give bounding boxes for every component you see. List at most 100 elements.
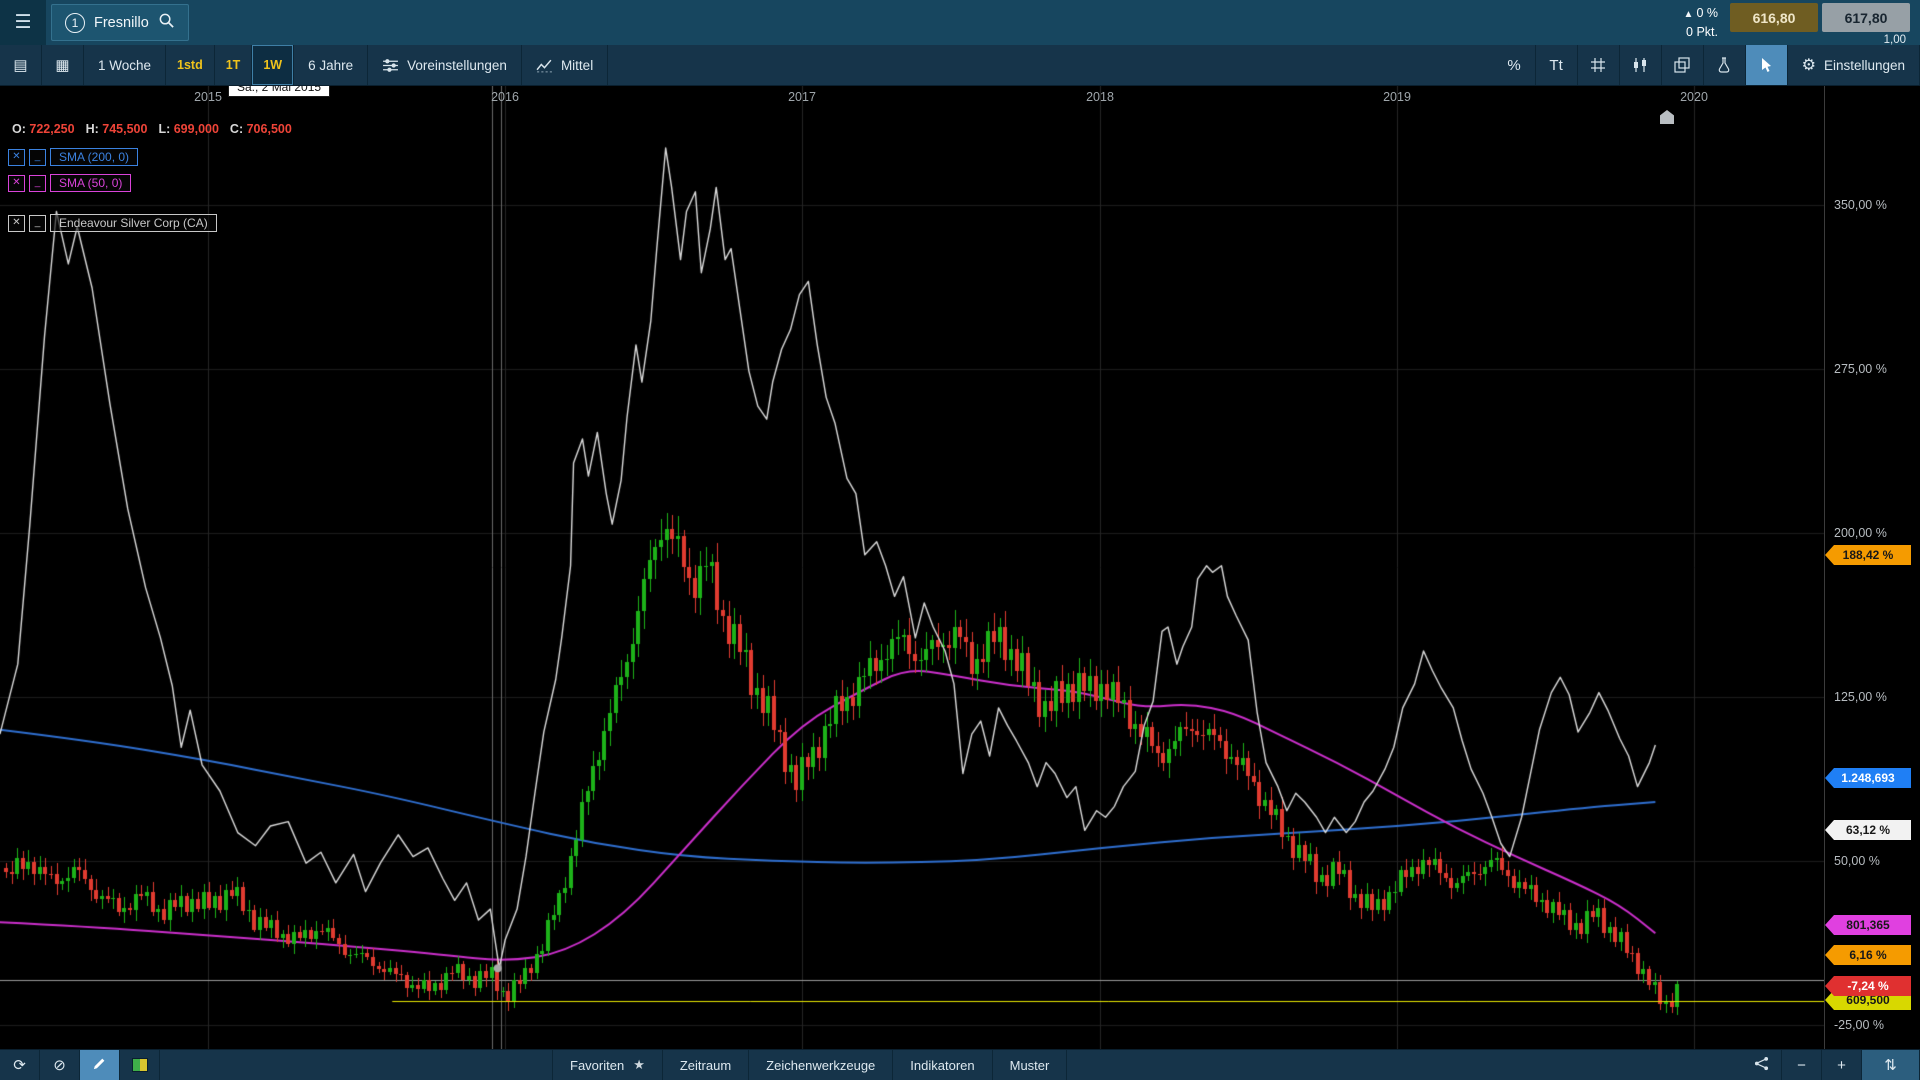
presets-label: Voreinstellungen: [407, 58, 507, 73]
zoom-out-button[interactable]: −: [1782, 1050, 1822, 1080]
interval-dropdown[interactable]: 1 Woche: [84, 45, 166, 85]
ohlc-close-label: C:: [230, 122, 243, 136]
favorites-button[interactable]: Favoriten ★: [552, 1050, 663, 1080]
split-view-button[interactable]: ⇅: [1862, 1050, 1920, 1080]
change-up-icon: ▲: [1684, 9, 1694, 20]
instrument-name: Fresnillo: [94, 15, 149, 31]
patterns-button[interactable]: Muster: [993, 1050, 1068, 1080]
period-button[interactable]: Zeitraum: [663, 1050, 749, 1080]
bottom-toolbar: ⟳ ⊘ Favoriten ★ Zeitraum Zeichenwerkzeuge…: [0, 1049, 1920, 1080]
legend-row-sma200: ✕ _ SMA (200, 0): [8, 148, 138, 166]
share-button[interactable]: [1742, 1050, 1782, 1080]
x-axis-label: 2019: [1383, 90, 1411, 104]
x-axis-label: 2016: [491, 90, 519, 104]
axis-badge-high-percent[interactable]: 188,42 %: [1825, 545, 1911, 565]
legend-close-button[interactable]: ✕: [8, 175, 25, 192]
y-axis-label: 50,00 %: [1834, 854, 1880, 868]
ohlc-low-value: 699,000: [174, 122, 219, 136]
mean-label: Mittel: [561, 58, 593, 73]
y-axis-label: 275,00 %: [1834, 362, 1887, 376]
axis-badge-last-percent[interactable]: -7,24 %: [1825, 976, 1911, 996]
legend-label[interactable]: SMA (50, 0): [50, 174, 131, 192]
price-change-block: ▲0 % 0 Pkt.: [1684, 4, 1718, 42]
bid-price-button[interactable]: 616,80: [1730, 3, 1818, 32]
split-arrows-icon: ⇅: [1884, 1056, 1897, 1074]
interval-label: 1 Woche: [98, 58, 151, 73]
range-button[interactable]: 6 Jahre: [294, 45, 368, 85]
legend-row-comparison: ✕ _ Endeavour Silver Corp (CA): [8, 214, 217, 232]
y-axis-label: -25,00 %: [1834, 1018, 1884, 1032]
text-tool-button[interactable]: Tt: [1536, 45, 1578, 85]
settings-label: Einstellungen: [1824, 58, 1905, 73]
color-picker-button[interactable]: [120, 1050, 160, 1080]
axis-badge-mid-percent[interactable]: 6,16 %: [1825, 945, 1911, 965]
gear-icon: ⚙: [1802, 55, 1816, 75]
favorites-label: Favoriten: [570, 1058, 624, 1073]
ohlc-readout: O: 722,250H: 745,500L: 699,000C: 706,500: [12, 122, 303, 136]
legend-row-sma50: ✕ _ SMA (50, 0): [8, 174, 131, 192]
x-axis-label: 2018: [1086, 90, 1114, 104]
refresh-icon: ⟳: [13, 1056, 26, 1074]
presets-button[interactable]: Voreinstellungen: [368, 45, 522, 85]
toolbar-spacer: [608, 45, 1493, 85]
price-chart-canvas[interactable]: [0, 86, 1824, 1049]
trading-app-window: ☰ 1 Fresnillo ▲0 % 0 Pkt. 616,80 617,80 …: [0, 0, 1920, 1080]
list-icon: ▤: [13, 56, 27, 74]
flask-icon: [1716, 57, 1732, 73]
ohlc-open-value: 722,250: [29, 122, 74, 136]
ohlc-high-value: 745,500: [102, 122, 147, 136]
ohlc-low-label: L:: [158, 122, 170, 136]
news-list-button[interactable]: ▤: [0, 45, 42, 85]
refresh-button[interactable]: ⟳: [0, 1050, 40, 1080]
analysis-flask-button[interactable]: [1704, 45, 1746, 85]
x-axis-label: 2015: [194, 90, 222, 104]
cursor-icon: [1758, 57, 1774, 73]
cursor-tool-button[interactable]: [1746, 45, 1788, 85]
colors-icon: [132, 1058, 148, 1072]
draw-pencil-button[interactable]: [80, 1050, 120, 1080]
axis-badge-sma50-value[interactable]: 801,365: [1825, 915, 1911, 935]
axis-badge-sma200-value[interactable]: 1.248,693: [1825, 768, 1911, 788]
legend-close-button[interactable]: ✕: [8, 149, 25, 166]
indicators-button[interactable]: Indikatoren: [893, 1050, 992, 1080]
clear-drawings-button[interactable]: ⊘: [40, 1050, 80, 1080]
drawing-tools-button[interactable]: Zeichenwerkzeuge: [749, 1050, 893, 1080]
timeframe-1t-button[interactable]: 1T: [215, 45, 253, 85]
quote-panel: ▲0 % 0 Pkt. 616,80 617,80 1,00: [1684, 0, 1920, 46]
mean-icon: [536, 57, 553, 74]
grid-settings-button[interactable]: [1578, 45, 1620, 85]
ohlc-open-label: O:: [12, 122, 26, 136]
price-axis[interactable]: 350,00 % 275,00 % 200,00 % 125,00 % 50,0…: [1824, 86, 1920, 1049]
compare-layers-button[interactable]: [1662, 45, 1704, 85]
legend-minimize-button[interactable]: _: [29, 175, 46, 192]
legend-label[interactable]: Endeavour Silver Corp (CA): [50, 214, 217, 232]
star-icon: ★: [633, 1057, 645, 1073]
chart-type-button[interactable]: [1620, 45, 1662, 85]
layout-grid-button[interactable]: ▦: [42, 45, 84, 85]
candlestick-icon: [1632, 57, 1648, 73]
legend-minimize-button[interactable]: _: [29, 215, 46, 232]
pencil-icon: [92, 1056, 107, 1075]
legend-close-button[interactable]: ✕: [8, 215, 25, 232]
y-axis-label: 350,00 %: [1834, 198, 1887, 212]
zoom-in-button[interactable]: +: [1822, 1050, 1862, 1080]
chart-area: 2015 2016 2017 2018 2019 2020 Sa., 2 Mai…: [0, 86, 1920, 1049]
ohlc-high-label: H:: [86, 122, 99, 136]
sliders-icon: [382, 57, 399, 74]
ask-price-button[interactable]: 617,80: [1822, 3, 1910, 32]
instrument-selector[interactable]: 1 Fresnillo: [51, 4, 189, 41]
mean-button[interactable]: Mittel: [522, 45, 608, 85]
layers-icon: [1674, 57, 1690, 73]
search-icon: [158, 12, 175, 34]
percent-scale-button[interactable]: %: [1494, 45, 1536, 85]
x-axis-label: 2020: [1680, 90, 1708, 104]
topbar: ☰ 1 Fresnillo ▲0 % 0 Pkt. 616,80 617,80 …: [0, 0, 1920, 45]
hamburger-menu-button[interactable]: ☰: [0, 0, 46, 45]
legend-label[interactable]: SMA (200, 0): [50, 148, 138, 166]
timeframe-1w-button[interactable]: 1W: [252, 45, 294, 85]
settings-button[interactable]: ⚙ Einstellungen: [1788, 45, 1920, 85]
legend-minimize-button[interactable]: _: [29, 149, 46, 166]
axis-badge-comparison[interactable]: 63,12 %: [1825, 820, 1911, 840]
y-axis-label: 125,00 %: [1834, 690, 1887, 704]
timeframe-1std-button[interactable]: 1std: [166, 45, 215, 85]
